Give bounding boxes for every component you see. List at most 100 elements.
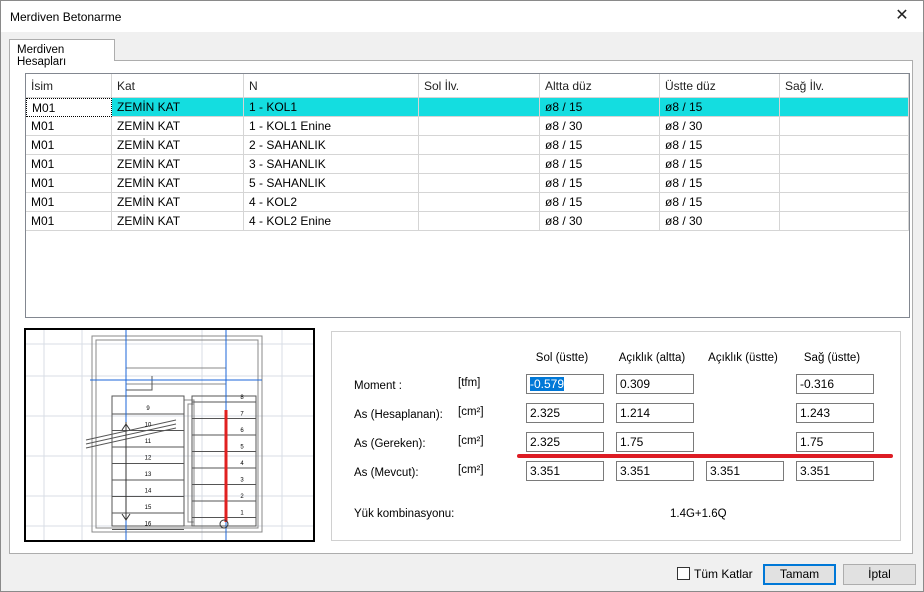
window-title: Merdiven Betonarme <box>10 10 122 24</box>
as-existing-value: 3.351 <box>800 464 831 478</box>
cell-right-extra[interactable] <box>780 117 909 136</box>
cell-top-bars[interactable]: ø8 / 15 <box>660 193 780 212</box>
cell-bottom-bars[interactable]: ø8 / 15 <box>540 174 660 193</box>
tab-stair-calculations[interactable]: Merdiven Hesapları <box>9 39 115 68</box>
as-existing-field-3[interactable]: 3.351 <box>796 461 874 481</box>
column-header-left-extra[interactable]: Sol İlv. <box>419 74 540 98</box>
moment-value: -0.579 <box>530 377 565 391</box>
cell-top-bars[interactable]: ø8 / 30 <box>660 117 780 136</box>
stair-step-number: 2 <box>240 494 244 500</box>
table-row[interactable]: M01 ZEMİN KAT 1 - KOL1 Enine ø8 / 30 ø8 / 30 <box>26 117 909 136</box>
cell-name[interactable]: M01 <box>26 193 112 212</box>
cell-right-extra[interactable] <box>780 136 909 155</box>
as-existing-field-0[interactable]: 3.351 <box>526 461 604 481</box>
cell-n[interactable]: 1 - KOL1 Enine <box>244 117 419 136</box>
cell-top-bars[interactable]: ø8 / 15 <box>660 174 780 193</box>
as-required-field-0[interactable]: 2.325 <box>526 432 604 452</box>
moment-field-1[interactable]: 0.309 <box>616 374 694 394</box>
as-calculated-value: 1.214 <box>620 406 651 420</box>
cell-floor[interactable]: ZEMİN KAT <box>112 117 244 136</box>
table-row[interactable]: M01 ZEMİN KAT 4 - KOL2 Enine ø8 / 30 ø8 / 30 <box>26 212 909 231</box>
cell-n[interactable]: 3 - SAHANLIK <box>244 155 419 174</box>
stair-step-number: 11 <box>145 439 152 445</box>
as-existing-field-2[interactable]: 3.351 <box>706 461 784 481</box>
column-header-name[interactable]: İsim <box>26 74 112 98</box>
cell-top-bars[interactable]: ø8 / 15 <box>660 136 780 155</box>
cell-right-extra[interactable] <box>780 98 909 117</box>
as-required-value: 1.75 <box>620 435 644 449</box>
cell-top-bars[interactable]: ø8 / 30 <box>660 212 780 231</box>
cell-floor[interactable]: ZEMİN KAT <box>112 98 244 117</box>
cell-floor[interactable]: ZEMİN KAT <box>112 212 244 231</box>
cell-name[interactable]: M01 <box>26 117 112 136</box>
ok-button[interactable]: Tamam <box>763 564 836 585</box>
all-floors-checkbox[interactable] <box>677 567 690 580</box>
cancel-button[interactable]: İptal <box>843 564 916 585</box>
table-row[interactable]: M01 ZEMİN KAT 3 - SAHANLIK ø8 / 15 ø8 / 15 <box>26 155 909 174</box>
cell-left-extra[interactable] <box>419 98 540 117</box>
column-header-right-extra[interactable]: Sağ İlv. <box>780 74 909 98</box>
stair-results-grid[interactable]: İsim Kat N Sol İlv. Altta düz Üstte düz … <box>25 73 910 318</box>
cell-floor[interactable]: ZEMİN KAT <box>112 174 244 193</box>
cell-bottom-bars[interactable]: ø8 / 15 <box>540 98 660 117</box>
cell-right-extra[interactable] <box>780 155 909 174</box>
cell-right-extra[interactable] <box>780 212 909 231</box>
cell-name[interactable]: M01 <box>26 174 112 193</box>
column-header-bottom-bars[interactable]: Altta düz <box>540 74 660 98</box>
stair-step-number: 4 <box>240 461 244 467</box>
cell-bottom-bars[interactable]: ø8 / 15 <box>540 155 660 174</box>
cell-floor[interactable]: ZEMİN KAT <box>112 193 244 212</box>
cell-name[interactable]: M01 <box>26 136 112 155</box>
cell-bottom-bars[interactable]: ø8 / 15 <box>540 193 660 212</box>
cell-right-extra[interactable] <box>780 174 909 193</box>
table-row[interactable]: M01 ZEMİN KAT 1 - KOL1 ø8 / 15 ø8 / 15 <box>26 98 909 117</box>
stair-step-number: 13 <box>145 472 152 478</box>
cell-floor[interactable]: ZEMİN KAT <box>112 155 244 174</box>
col-header-right-top: Sağ (üstte) <box>803 352 861 364</box>
column-header-top-bars[interactable]: Üstte düz <box>660 74 780 98</box>
cell-right-extra[interactable] <box>780 193 909 212</box>
table-row[interactable]: M01 ZEMİN KAT 4 - KOL2 ø8 / 15 ø8 / 15 <box>26 193 909 212</box>
moment-field-3[interactable]: -0.316 <box>796 374 874 394</box>
cell-name[interactable]: M01 <box>26 212 112 231</box>
table-row[interactable]: M01 ZEMİN KAT 5 - SAHANLIK ø8 / 15 ø8 / 15 <box>26 174 909 193</box>
close-icon[interactable]: ✕ <box>887 5 917 27</box>
cell-top-bars[interactable]: ø8 / 15 <box>660 155 780 174</box>
as-required-field-3[interactable]: 1.75 <box>796 432 874 452</box>
stair-plan-drawing: 910111213141516 87654321 <box>26 330 313 540</box>
column-header-n[interactable]: N <box>244 74 419 98</box>
cell-left-extra[interactable] <box>419 174 540 193</box>
cell-n[interactable]: 2 - SAHANLIK <box>244 136 419 155</box>
cell-bottom-bars[interactable]: ø8 / 15 <box>540 136 660 155</box>
results-panel: Sol (üstte) Açıklık (altta) Açıklık (üst… <box>331 331 901 541</box>
cell-left-extra[interactable] <box>419 212 540 231</box>
cell-bottom-bars[interactable]: ø8 / 30 <box>540 212 660 231</box>
cell-bottom-bars[interactable]: ø8 / 30 <box>540 117 660 136</box>
as-existing-field-1[interactable]: 3.351 <box>616 461 694 481</box>
cell-name[interactable]: M01 <box>26 155 112 174</box>
cell-left-extra[interactable] <box>419 136 540 155</box>
as-existing-value: 3.351 <box>530 464 561 478</box>
cell-floor[interactable]: ZEMİN KAT <box>112 136 244 155</box>
table-row[interactable]: M01 ZEMİN KAT 2 - SAHANLIK ø8 / 15 ø8 / 15 <box>26 136 909 155</box>
as-existing-label: As (Mevcut): <box>354 467 419 479</box>
as-calculated-field-3[interactable]: 1.243 <box>796 403 874 423</box>
cell-n[interactable]: 4 - KOL2 Enine <box>244 212 419 231</box>
as-calculated-field-0[interactable]: 2.325 <box>526 403 604 423</box>
cell-n[interactable]: 1 - KOL1 <box>244 98 419 117</box>
as-required-value: 1.75 <box>800 435 824 449</box>
cell-left-extra[interactable] <box>419 193 540 212</box>
cell-left-extra[interactable] <box>419 155 540 174</box>
cell-n[interactable]: 5 - SAHANLIK <box>244 174 419 193</box>
column-header-floor[interactable]: Kat <box>112 74 244 98</box>
cell-left-extra[interactable] <box>419 117 540 136</box>
stair-step-number: 16 <box>145 522 152 528</box>
moment-field-0[interactable]: -0.579 <box>526 374 604 394</box>
cell-top-bars[interactable]: ø8 / 15 <box>660 98 780 117</box>
as-calculated-field-1[interactable]: 1.214 <box>616 403 694 423</box>
cell-n[interactable]: 4 - KOL2 <box>244 193 419 212</box>
as-required-field-1[interactable]: 1.75 <box>616 432 694 452</box>
cell-name[interactable]: M01 <box>26 98 112 117</box>
stair-step-number: 3 <box>240 478 244 484</box>
tab-panel: İsim Kat N Sol İlv. Altta düz Üstte düz … <box>9 60 913 554</box>
